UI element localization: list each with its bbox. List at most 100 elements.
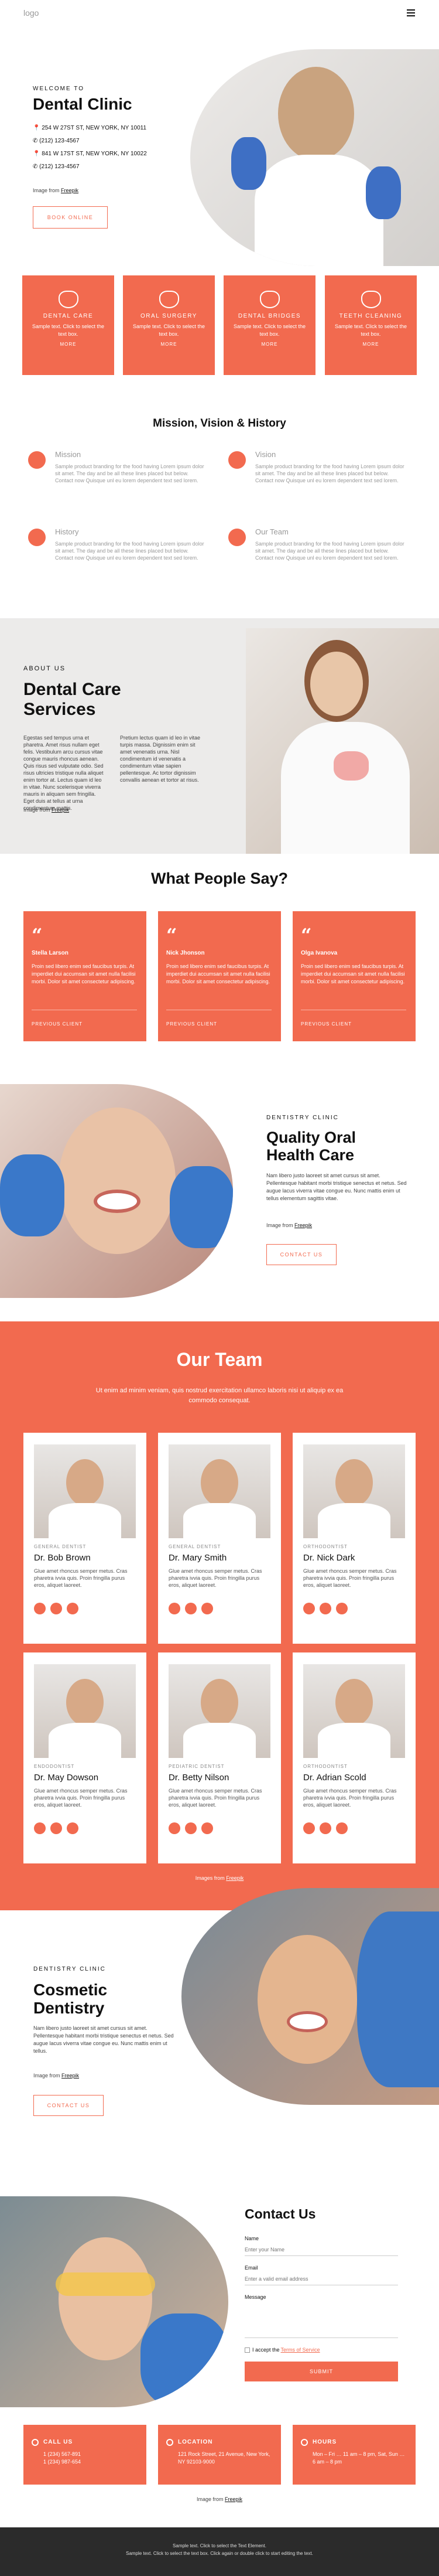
service-card[interactable]: DENTAL CARE Sample text. Click to select… [22, 275, 114, 375]
footer-line-1: Sample text. Click to select the Text El… [173, 2543, 266, 2548]
info-card: CALL US 1 (234) 567-891 1 (234) 987-654 [23, 2425, 146, 2485]
freepik-link[interactable]: Freepik [52, 807, 69, 813]
info-card: HOURS Mon – Fri … 11 am – 8 pm, Sat, Sun… [293, 2425, 416, 2485]
team-member-card: ENDODONTIST Dr. May Dowson Glue amet rho… [23, 1652, 146, 1863]
service-more-link[interactable]: MORE [224, 342, 315, 347]
service-more-link[interactable]: MORE [123, 342, 215, 347]
quality-eyebrow: DENTISTRY CLINIC [266, 1115, 339, 1121]
teeth-cleaning-icon [361, 291, 381, 308]
instagram-icon[interactable] [67, 1603, 78, 1614]
twitter-icon[interactable] [320, 1603, 331, 1614]
phone-icon [32, 2439, 39, 2446]
site-logo[interactable]: logo [23, 8, 39, 18]
info-lines: Mon – Fri … 11 am – 8 pm, Sat, Sun … 6 a… [313, 2451, 405, 2465]
instagram-icon[interactable] [201, 1603, 213, 1614]
service-title: TEETH CLEANING [339, 313, 403, 319]
tooth-care-icon [58, 291, 78, 308]
location-pin-icon [166, 2439, 173, 2446]
testimonial-card: “ Olga Ivanova Proin sed libero enim sed… [293, 911, 416, 1041]
service-card[interactable]: ORAL SURGERY Sample text. Click to selec… [123, 275, 215, 375]
footer-credit: Image from Freepik [196, 2496, 243, 2502]
freepik-link[interactable]: Freepik [225, 2496, 242, 2502]
contact-us-button[interactable]: CONTACT US [266, 1244, 337, 1265]
service-card[interactable]: DENTAL BRIDGES Sample text. Click to sel… [224, 275, 315, 375]
service-title: DENTAL BRIDGES [238, 313, 301, 319]
instagram-icon[interactable] [67, 1822, 78, 1834]
contact-title: Contact Us [245, 2206, 316, 2221]
message-label: Message [245, 2294, 266, 2300]
facebook-icon[interactable] [303, 1822, 315, 1834]
testimonial-date: PREVIOUS CLIENT [166, 1021, 218, 1027]
hero-contacts: 📍 254 W 27ST ST, NEW YORK, NY 10011 ✆ (2… [33, 122, 147, 173]
email-input[interactable] [245, 2272, 398, 2285]
about-title: Dental Care Services [23, 680, 121, 719]
quote-icon: “ [166, 924, 177, 946]
team-credit: Images from Freepik [195, 1875, 244, 1881]
location-pin-icon: 📍 [33, 151, 40, 157]
team-member-text: Glue amet rhoncus semper metus. Cras pha… [303, 1568, 397, 1588]
testimonial-name: Nick Jhonson [166, 950, 205, 956]
team-member-role: ORTHODONTIST [303, 1764, 348, 1769]
team-member-card: GENERAL DENTIST Dr. Bob Brown Glue amet … [23, 1433, 146, 1644]
facebook-icon[interactable] [169, 1603, 180, 1614]
quote-icon: “ [301, 924, 312, 946]
service-more-link[interactable]: MORE [22, 342, 114, 347]
contact-photo [0, 2196, 228, 2407]
team-member-card: GENERAL DENTIST Dr. Mary Smith Glue amet… [158, 1433, 281, 1644]
twitter-icon[interactable] [50, 1822, 62, 1834]
facebook-icon[interactable] [169, 1822, 180, 1834]
oral-surgery-icon [159, 291, 179, 308]
name-input[interactable] [245, 2243, 398, 2256]
facebook-icon[interactable] [34, 1822, 46, 1834]
about-eyebrow: ABOUT US [23, 665, 66, 672]
mission-item-text: Sample product branding for the food hav… [255, 541, 404, 561]
testimonial-text: Proin sed libero enim sed faucibus turpi… [301, 963, 405, 984]
facebook-icon[interactable] [34, 1603, 46, 1614]
instagram-icon[interactable] [201, 1822, 213, 1834]
info-lines: 1 (234) 567-891 1 (234) 987-654 [43, 2451, 81, 2465]
twitter-icon[interactable] [185, 1603, 197, 1614]
message-input[interactable] [245, 2302, 398, 2338]
service-title: DENTAL CARE [43, 313, 94, 319]
freepik-link[interactable]: Freepik [61, 2073, 79, 2078]
mission-bullet-icon [228, 451, 246, 469]
instagram-icon[interactable] [336, 1822, 348, 1834]
instagram-icon[interactable] [336, 1603, 348, 1614]
team-member-card: ORTHODONTIST Dr. Adrian Scold Glue amet … [293, 1652, 416, 1863]
team-member-photo [303, 1444, 405, 1538]
freepik-link[interactable]: Freepik [61, 188, 78, 193]
testimonial-text: Proin sed libero enim sed faucibus turpi… [32, 963, 136, 984]
phone-icon: ✆ [33, 138, 38, 144]
team-member-photo [34, 1444, 136, 1538]
footer-line-2: Sample text. Click to select the text bo… [126, 2551, 313, 2556]
submit-button[interactable]: SUBMIT [245, 2362, 398, 2381]
team-subtitle: Ut enim ad minim veniam, quis nostrud ex… [95, 1387, 344, 1404]
cosmetic-contact-button[interactable]: CONTACT US [33, 2095, 104, 2116]
team-member-role: ORTHODONTIST [303, 1544, 348, 1549]
testimonials-title: What People Say? [150, 870, 289, 887]
team-member-name: Dr. Betty Nilson [169, 1773, 229, 1783]
hamburger-menu-icon[interactable] [407, 9, 415, 16]
cosmetic-credit: Image from Freepik [33, 2073, 80, 2078]
service-text: Sample text. Click to select the text bo… [233, 323, 306, 337]
team-member-name: Dr. Adrian Scold [303, 1773, 366, 1783]
team-member-card: ORTHODONTIST Dr. Nick Dark Glue amet rho… [293, 1433, 416, 1644]
terms-checkbox[interactable] [245, 2347, 250, 2353]
team-member-text: Glue amet rhoncus semper metus. Cras pha… [169, 1568, 262, 1588]
terms-link[interactable]: Terms of Service [281, 2347, 320, 2353]
freepik-link[interactable]: Freepik [294, 1222, 312, 1228]
twitter-icon[interactable] [50, 1603, 62, 1614]
facebook-icon[interactable] [303, 1603, 315, 1614]
info-title: HOURS [313, 2439, 337, 2445]
freepik-link[interactable]: Freepik [226, 1875, 243, 1881]
twitter-icon[interactable] [185, 1822, 197, 1834]
book-online-button[interactable]: BOOK ONLINE [33, 206, 108, 229]
quote-icon: “ [32, 924, 43, 946]
team-member-name: Dr. May Dowson [34, 1773, 99, 1783]
service-card[interactable]: TEETH CLEANING Sample text. Click to sel… [325, 275, 417, 375]
twitter-icon[interactable] [320, 1822, 331, 1834]
about-credit: Image from Freepik [23, 807, 70, 813]
testimonial-date: PREVIOUS CLIENT [301, 1021, 352, 1027]
service-more-link[interactable]: MORE [325, 342, 417, 347]
team-member-text: Glue amet rhoncus semper metus. Cras pha… [34, 1568, 128, 1588]
